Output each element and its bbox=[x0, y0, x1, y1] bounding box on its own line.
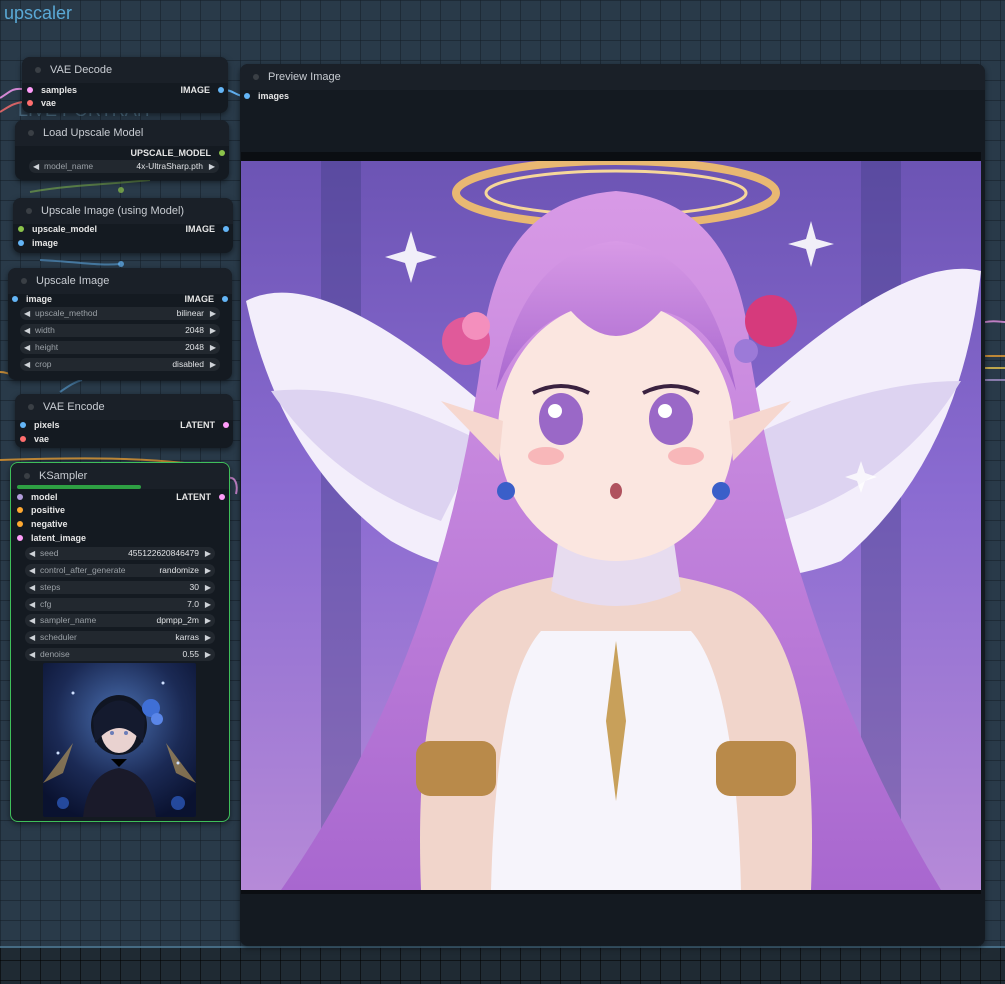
load-upscale-model-title[interactable]: Load Upscale Model bbox=[15, 120, 229, 146]
latent-output[interactable]: LATENT bbox=[180, 419, 229, 431]
increment-arrow-icon[interactable]: ▶ bbox=[205, 631, 211, 644]
increment-arrow-icon[interactable]: ▶ bbox=[210, 324, 216, 337]
group-title[interactable]: upscaler bbox=[4, 3, 72, 24]
increment-arrow-icon[interactable]: ▶ bbox=[205, 564, 211, 577]
steps-widget[interactable]: ◀ steps 30 ▶ bbox=[25, 581, 215, 594]
decrement-arrow-icon[interactable]: ◀ bbox=[29, 614, 35, 627]
upscale-image-using-model-title[interactable]: Upscale Image (using Model) bbox=[13, 198, 233, 224]
progress-bar-fill bbox=[17, 485, 141, 489]
decrement-arrow-icon[interactable]: ◀ bbox=[29, 648, 35, 661]
increment-arrow-icon[interactable]: ▶ bbox=[205, 547, 211, 560]
upscale-method-widget[interactable]: ◀ upscale_method bilinear ▶ bbox=[20, 307, 220, 320]
image-input[interactable]: image bbox=[12, 293, 52, 305]
decrement-arrow-icon[interactable]: ◀ bbox=[29, 598, 35, 611]
upscale-model-input[interactable]: upscale_model bbox=[18, 223, 97, 235]
preview-image-title[interactable]: Preview Image bbox=[240, 64, 985, 90]
model-name-widget[interactable]: ◀ model_name 4x-UltraSharp.pth ▶ bbox=[29, 160, 219, 173]
vae-input[interactable]: vae bbox=[20, 433, 49, 445]
vae-encode-node[interactable]: VAE Encode pixels vae LATENT bbox=[15, 394, 233, 448]
image-output[interactable]: IMAGE bbox=[180, 84, 224, 96]
image-input[interactable]: image bbox=[18, 237, 58, 249]
model-input[interactable]: model bbox=[17, 491, 58, 503]
ksampler-preview-thumbnail bbox=[43, 663, 196, 817]
decrement-arrow-icon[interactable]: ◀ bbox=[29, 564, 35, 577]
cfg-widget[interactable]: ◀ cfg 7.0 ▶ bbox=[25, 598, 215, 611]
vae-input[interactable]: vae bbox=[27, 97, 56, 109]
seed-widget[interactable]: ◀ seed 455122620846479 ▶ bbox=[25, 547, 215, 560]
width-widget[interactable]: ◀ width 2048 ▶ bbox=[20, 324, 220, 337]
negative-input[interactable]: negative bbox=[17, 518, 68, 530]
upscale-model-output[interactable]: UPSCALE_MODEL bbox=[130, 147, 225, 159]
samples-input[interactable]: samples bbox=[27, 84, 77, 96]
scheduler-widget[interactable]: ◀ scheduler karras ▶ bbox=[25, 631, 215, 644]
control-after-generate-widget[interactable]: ◀ control_after_generate randomize ▶ bbox=[25, 564, 215, 577]
upscale-image-node[interactable]: Upscale Image image IMAGE ◀ upscale_meth… bbox=[8, 268, 232, 380]
denoise-widget[interactable]: ◀ denoise 0.55 ▶ bbox=[25, 648, 215, 661]
increment-arrow-icon[interactable]: ▶ bbox=[209, 160, 215, 173]
progress-bar bbox=[17, 485, 223, 489]
decrement-arrow-icon[interactable]: ◀ bbox=[24, 324, 30, 337]
preview-output-image bbox=[241, 161, 981, 890]
image-output[interactable]: IMAGE bbox=[184, 293, 228, 305]
decrement-arrow-icon[interactable]: ◀ bbox=[33, 160, 39, 173]
decrement-arrow-icon[interactable]: ◀ bbox=[29, 581, 35, 594]
vae-encode-title[interactable]: VAE Encode bbox=[15, 394, 233, 420]
decrement-arrow-icon[interactable]: ◀ bbox=[24, 358, 30, 371]
image-output[interactable]: IMAGE bbox=[185, 223, 229, 235]
latent-output[interactable]: LATENT bbox=[176, 491, 225, 503]
sampler-name-widget[interactable]: ◀ sampler_name dpmpp_2m ▶ bbox=[25, 614, 215, 627]
crop-widget[interactable]: ◀ crop disabled ▶ bbox=[20, 358, 220, 371]
latent-image-input[interactable]: latent_image bbox=[17, 532, 86, 544]
upscale-image-title[interactable]: Upscale Image bbox=[8, 268, 232, 294]
pixels-input[interactable]: pixels bbox=[20, 419, 60, 431]
increment-arrow-icon[interactable]: ▶ bbox=[205, 614, 211, 627]
vae-decode-title[interactable]: VAE Decode bbox=[22, 57, 228, 83]
positive-input[interactable]: positive bbox=[17, 504, 65, 516]
decrement-arrow-icon[interactable]: ◀ bbox=[29, 631, 35, 644]
increment-arrow-icon[interactable]: ▶ bbox=[205, 648, 211, 661]
decrement-arrow-icon[interactable]: ◀ bbox=[29, 547, 35, 560]
increment-arrow-icon[interactable]: ▶ bbox=[210, 307, 216, 320]
height-widget[interactable]: ◀ height 2048 ▶ bbox=[20, 341, 220, 354]
increment-arrow-icon[interactable]: ▶ bbox=[210, 341, 216, 354]
increment-arrow-icon[interactable]: ▶ bbox=[205, 581, 211, 594]
decrement-arrow-icon[interactable]: ◀ bbox=[24, 341, 30, 354]
increment-arrow-icon[interactable]: ▶ bbox=[205, 598, 211, 611]
upscale-image-using-model-node[interactable]: Upscale Image (using Model) upscale_mode… bbox=[13, 198, 233, 253]
load-upscale-model-node[interactable]: Load Upscale Model UPSCALE_MODEL ◀ model… bbox=[15, 120, 229, 180]
vae-decode-node[interactable]: VAE Decode samples vae IMAGE bbox=[22, 57, 228, 113]
images-input[interactable]: images bbox=[244, 90, 289, 102]
decrement-arrow-icon[interactable]: ◀ bbox=[24, 307, 30, 320]
increment-arrow-icon[interactable]: ▶ bbox=[210, 358, 216, 371]
